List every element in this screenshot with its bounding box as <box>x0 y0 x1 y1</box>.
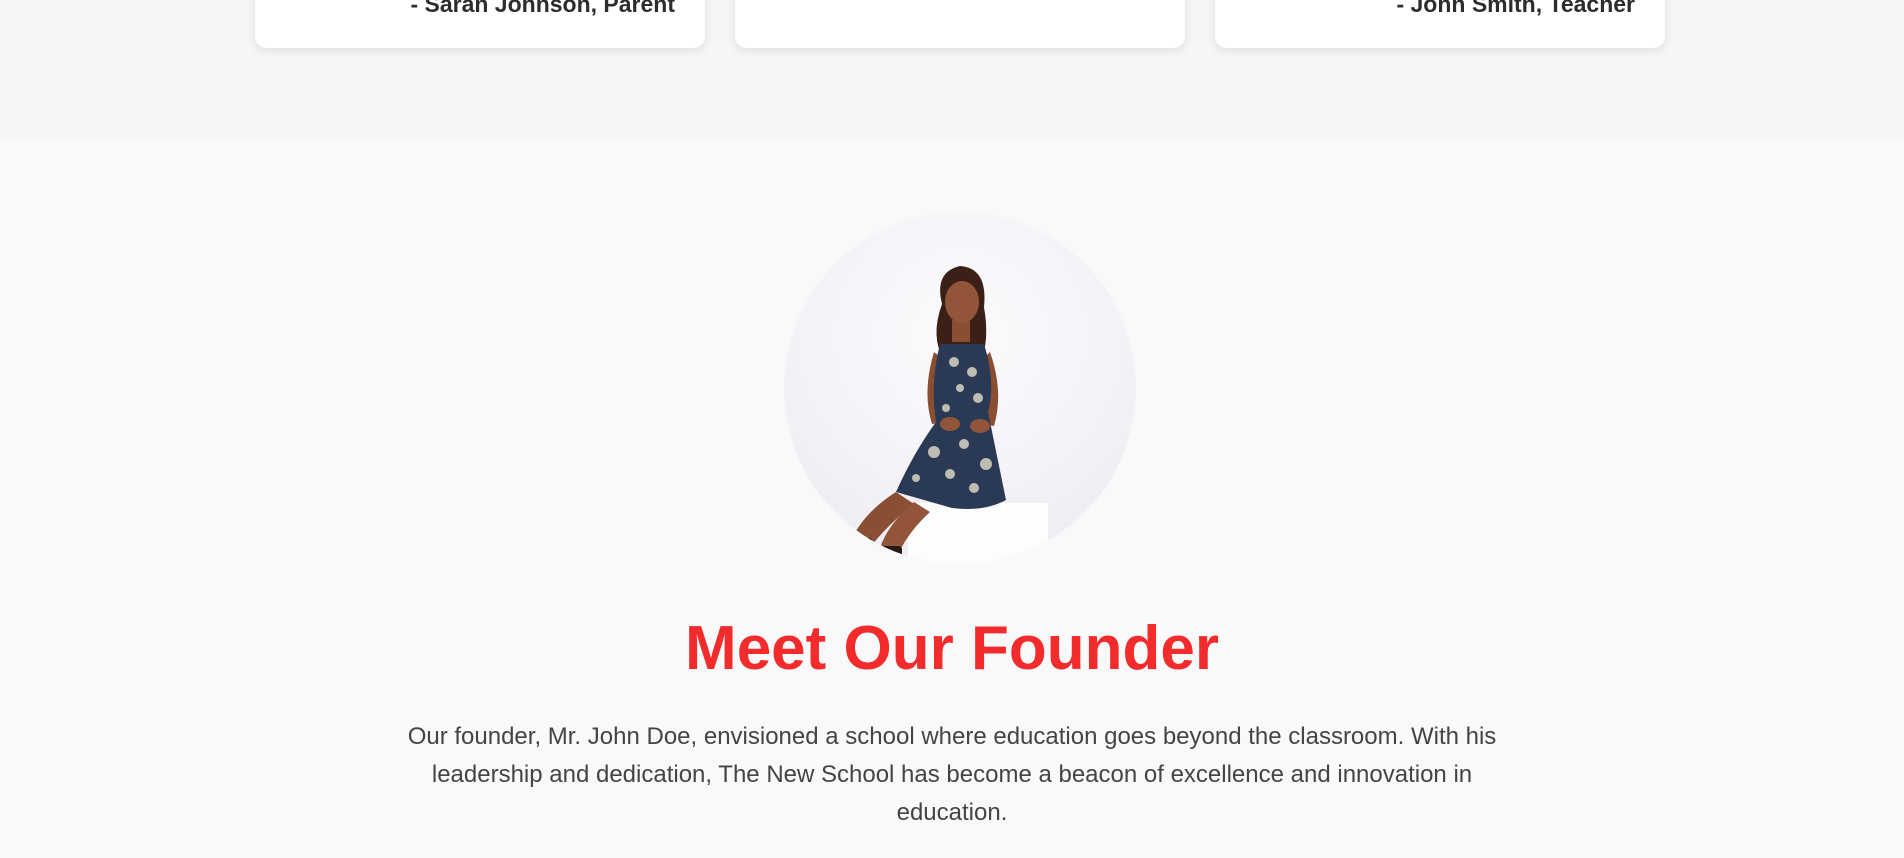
founder-section: Meet Our Founder Our founder, Mr. John D… <box>0 140 1904 858</box>
founder-portrait-icon <box>846 266 1048 564</box>
testimonial-card: - Sarah Johnson, Parent <box>255 0 705 48</box>
testimonial-author: - John Smith, Teacher <box>1396 0 1635 17</box>
testimonial-card: - John Smith, Teacher <box>1215 0 1665 48</box>
testimonial-card <box>735 0 1185 48</box>
founder-description: Our founder, Mr. John Doe, envisioned a … <box>407 723 1497 826</box>
testimonial-author: - Sarah Johnson, Parent <box>410 0 675 17</box>
founder-photo <box>784 212 1136 564</box>
testimonials-section: - Sarah Johnson, Parent - John Smith, Te… <box>0 0 1904 140</box>
founder-title: Meet Our Founder <box>685 614 1219 683</box>
